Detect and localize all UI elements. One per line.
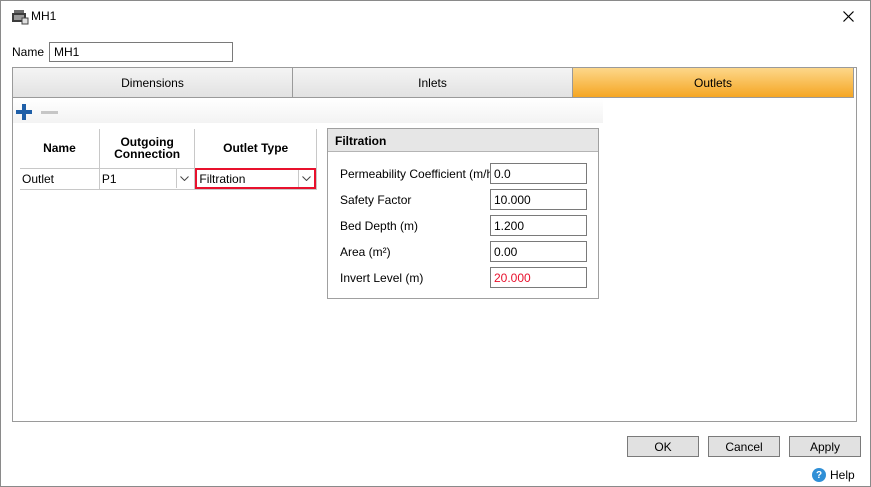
column-header-type: Outlet Type (194, 129, 317, 169)
area-label: Area (m²) (340, 245, 391, 259)
ok-button[interactable]: OK (627, 436, 699, 457)
bed-depth-input[interactable] (490, 215, 587, 236)
safety-factor-label: Safety Factor (340, 193, 412, 207)
outgoing-connection-combo[interactable]: P1 (102, 169, 192, 188)
permeability-label: Permeability Coefficient (m/hr) (340, 167, 502, 181)
dialog-window: MH1 Name Dimensions Inlets Outlets (0, 0, 871, 487)
bed-depth-label: Bed Depth (m) (340, 219, 419, 233)
help-label: Help (830, 468, 855, 482)
close-button[interactable] (830, 3, 866, 29)
area-input[interactable] (490, 241, 587, 262)
filtration-title: Filtration (328, 129, 598, 152)
app-icon (11, 9, 29, 25)
name-label: Name (12, 45, 45, 59)
tab-dimensions[interactable]: Dimensions (13, 68, 293, 98)
filtration-group: Filtration Permeability Coefficient (m/h… (327, 128, 599, 299)
minus-icon[interactable] (41, 111, 58, 114)
column-header-name: Name (20, 129, 100, 169)
outgoing-connection-value: P1 (101, 171, 117, 186)
safety-factor-input[interactable] (490, 189, 587, 210)
table-row[interactable]: Outlet P1 Filtration (20, 168, 317, 190)
tab-panel: Dimensions Inlets Outlets Name Outgoing … (12, 67, 857, 422)
help-link[interactable]: ? Help (812, 468, 855, 482)
grid-toolbar (13, 99, 603, 123)
tab-inlets[interactable]: Inlets (293, 68, 573, 98)
tab-strip: Dimensions Inlets Outlets (13, 68, 856, 98)
chevron-down-icon[interactable] (176, 169, 192, 188)
chevron-down-icon[interactable] (298, 170, 314, 187)
plus-icon[interactable] (16, 104, 32, 120)
title-bar: MH1 (1, 1, 870, 31)
name-input[interactable] (49, 42, 233, 62)
cell-name[interactable]: Outlet (20, 168, 100, 190)
close-icon (842, 10, 854, 22)
cell-outlet-type[interactable]: Filtration (194, 168, 317, 190)
permeability-input[interactable] (490, 163, 587, 184)
outlets-grid: Name Outgoing Connection Outlet Type Out… (20, 129, 317, 190)
invert-level-input[interactable] (490, 267, 587, 288)
window-title: MH1 (31, 9, 57, 23)
help-icon: ? (812, 468, 826, 482)
grid-header-row: Name Outgoing Connection Outlet Type (20, 129, 317, 169)
cancel-button[interactable]: Cancel (708, 436, 780, 457)
tab-outlets[interactable]: Outlets (573, 68, 854, 98)
cell-outgoing[interactable]: P1 (99, 168, 196, 190)
apply-button[interactable]: Apply (789, 436, 861, 457)
column-header-outgoing: Outgoing Connection (99, 129, 196, 169)
outlet-type-combo[interactable]: Filtration (195, 168, 316, 189)
outlet-type-value: Filtration (199, 171, 246, 186)
invert-level-label: Invert Level (m) (340, 271, 424, 285)
